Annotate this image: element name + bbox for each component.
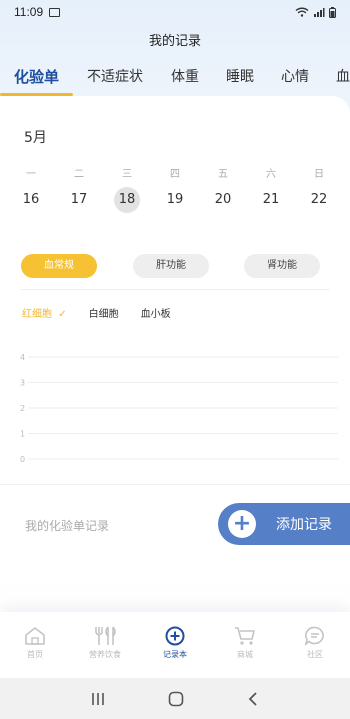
- weekday-label: 二: [74, 169, 84, 180]
- date-cell[interactable]: 22: [295, 187, 343, 213]
- nav-label: 记录本: [163, 650, 187, 659]
- status-bar: 11:09: [0, 0, 350, 24]
- sub-item-label: 红细胞: [22, 309, 52, 320]
- status-time: 11:09: [14, 5, 44, 19]
- add-record-label: 添加记录: [276, 517, 332, 533]
- image-notification-icon: [49, 7, 61, 17]
- date-label: 20: [214, 192, 232, 207]
- date-cell[interactable]: 20: [199, 187, 247, 213]
- y-tick-label: 2: [20, 404, 25, 413]
- weekday-label: 五: [218, 169, 228, 180]
- sub-item-red-cell[interactable]: 红细胞 ✓: [22, 305, 67, 320]
- date-label: 16: [22, 192, 40, 207]
- nav-label: 首页: [27, 650, 43, 659]
- date-label: 22: [310, 192, 328, 207]
- category-liver-function[interactable]: 肝功能: [133, 254, 209, 278]
- cart-icon: [235, 627, 255, 645]
- y-tick-label: 3: [20, 379, 25, 388]
- category-kidney-function[interactable]: 肾功能: [244, 254, 320, 278]
- recent-apps-icon[interactable]: [91, 692, 105, 706]
- date-cell[interactable]: 17: [55, 187, 103, 213]
- home-button-icon[interactable]: [168, 691, 184, 707]
- tab-symptoms[interactable]: 不适症状: [87, 66, 143, 96]
- category-row: 血常规 肝功能 肾功能: [0, 254, 350, 278]
- sub-item-row: 红细胞 ✓ 白细胞 血小板: [22, 305, 193, 320]
- nav-notebook[interactable]: 记录本: [140, 612, 210, 678]
- date-cell[interactable]: 19: [151, 187, 199, 213]
- y-tick-label: 4: [20, 353, 25, 362]
- divider: [20, 289, 330, 290]
- home-icon: [25, 627, 45, 645]
- nav-label: 商城: [237, 650, 253, 659]
- page-title: 我的记录: [148, 34, 201, 49]
- month-label: 5月: [24, 130, 47, 146]
- nav-mall[interactable]: 商城: [210, 612, 280, 678]
- tab-weight[interactable]: 体重: [171, 66, 199, 96]
- check-icon: ✓: [58, 309, 67, 320]
- date-label: 19: [166, 192, 184, 207]
- lab-chart: 4 3 2 1 0: [20, 353, 338, 464]
- sub-item-white-cell[interactable]: 白细胞: [89, 305, 119, 320]
- tab-mood[interactable]: 心情: [281, 66, 309, 96]
- date-label: 21: [262, 192, 280, 207]
- date-label: 17: [70, 192, 88, 207]
- section-divider: [0, 484, 350, 485]
- add-record-button[interactable]: + 添加记录: [218, 503, 350, 545]
- bottom-nav: 首页 营养饮食 记录本 商城 社区: [0, 612, 350, 678]
- system-nav-bar: [0, 678, 350, 719]
- weekday-row: 一 二 三 四 五 六 日: [7, 165, 343, 180]
- fork-knife-icon: [95, 626, 116, 645]
- wifi-icon: [295, 7, 309, 17]
- nav-label: 营养饮食: [89, 650, 121, 659]
- nav-nutrition[interactable]: 营养饮食: [70, 612, 140, 678]
- tab-bar: 化验单 不适症状 体重 睡眠 心情 血压: [0, 66, 350, 96]
- battery-icon: [329, 6, 336, 18]
- tab-lab-report[interactable]: 化验单: [0, 66, 74, 96]
- date-row: 16 17 18 19 20 21 22: [7, 187, 343, 213]
- plus-circle-icon: [165, 626, 185, 646]
- nav-label: 社区: [307, 650, 323, 659]
- date-cell[interactable]: 16: [7, 187, 55, 213]
- back-icon[interactable]: [247, 691, 259, 706]
- weekday-label: 三: [122, 169, 132, 180]
- tab-sleep[interactable]: 睡眠: [226, 66, 254, 96]
- plus-icon: +: [228, 510, 256, 538]
- y-tick-label: 1: [20, 430, 25, 439]
- sub-item-platelet[interactable]: 血小板: [141, 305, 171, 320]
- nav-community[interactable]: 社区: [280, 612, 350, 678]
- chat-icon: [304, 626, 324, 646]
- date-label: 18: [114, 187, 140, 213]
- date-cell[interactable]: 21: [247, 187, 295, 213]
- tab-blood-pressure[interactable]: 血压: [336, 66, 350, 96]
- date-cell-selected[interactable]: 18: [103, 187, 151, 213]
- status-icons: [295, 6, 336, 18]
- weekday-label: 一: [26, 169, 36, 180]
- signal-icon: [314, 8, 325, 17]
- weekday-label: 日: [314, 169, 324, 180]
- nav-home[interactable]: 首页: [0, 612, 70, 678]
- records-label: 我的化验单记录: [25, 519, 110, 533]
- category-blood-routine[interactable]: 血常规: [21, 254, 97, 278]
- y-tick-label: 0: [20, 455, 25, 464]
- weekday-label: 六: [266, 169, 276, 180]
- weekday-label: 四: [170, 169, 180, 180]
